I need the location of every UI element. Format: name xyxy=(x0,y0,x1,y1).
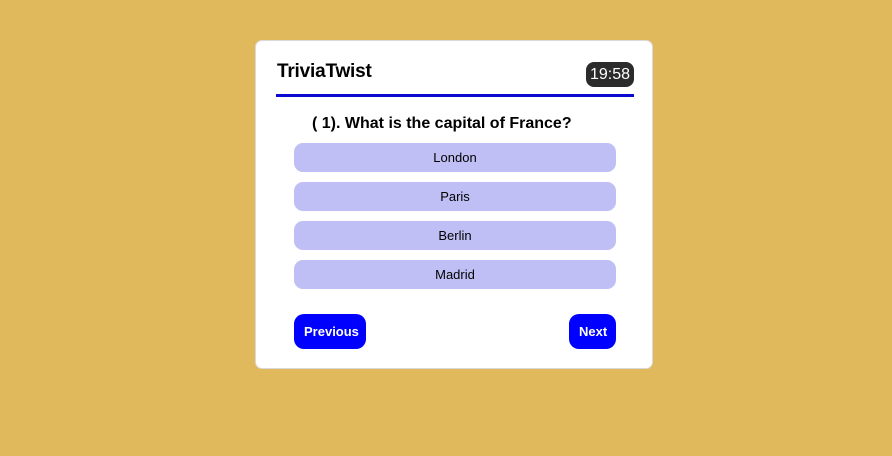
quiz-header: TriviaTwist 19:58 xyxy=(276,60,634,97)
answer-option-paris[interactable]: Paris xyxy=(294,182,616,211)
quiz-card: TriviaTwist 19:58 ( 1). What is the capi… xyxy=(255,40,653,369)
answer-option-berlin[interactable]: Berlin xyxy=(294,221,616,250)
previous-button[interactable]: Previous xyxy=(294,314,366,349)
app-title: TriviaTwist xyxy=(277,61,372,82)
next-button[interactable]: Next xyxy=(569,314,616,349)
answer-option-madrid[interactable]: Madrid xyxy=(294,260,616,289)
answer-options: London Paris Berlin Madrid xyxy=(294,143,616,299)
answer-option-london[interactable]: London xyxy=(294,143,616,172)
countdown-timer: 19:58 xyxy=(585,62,634,87)
question-text: ( 1). What is the capital of France? xyxy=(312,115,572,132)
